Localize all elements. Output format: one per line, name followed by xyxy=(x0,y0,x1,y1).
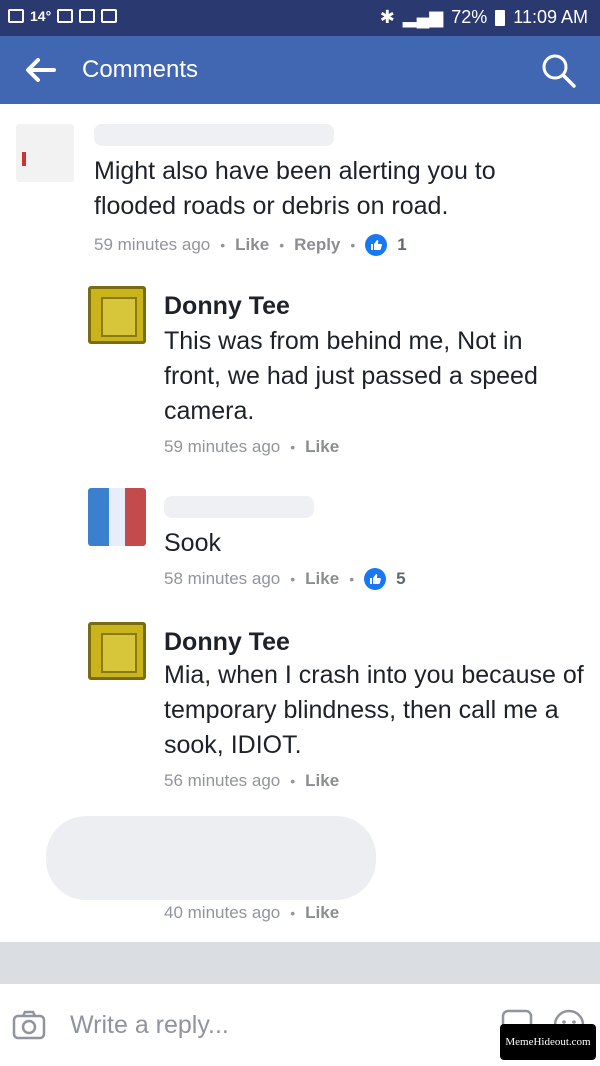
reply-input[interactable]: Write a reply... xyxy=(70,1011,229,1040)
thumbs-up-icon[interactable] xyxy=(364,568,387,590)
like-button[interactable]: Like xyxy=(305,771,339,791)
comment-time: 59 minutes ago xyxy=(94,235,211,254)
divider-band xyxy=(0,942,600,984)
picture-icon xyxy=(79,9,96,23)
gallery-icon xyxy=(8,9,24,23)
comment-author[interactable]: Donny Tee xyxy=(164,626,290,658)
arrow-left-icon[interactable] xyxy=(24,56,56,84)
comment-meta: 59 minutes ago • Like xyxy=(164,437,340,457)
comment-text: Might also have been alerting you to flo… xyxy=(94,157,496,220)
like-button[interactable]: Like xyxy=(305,437,339,457)
page-title: Comments xyxy=(82,56,199,83)
cloud-icon xyxy=(57,9,74,23)
clock-text: 11:09 AM xyxy=(513,7,588,27)
reply-button[interactable]: Reply xyxy=(294,235,340,255)
like-button[interactable]: Like xyxy=(305,569,339,589)
comment-4: Donny Tee Mia, when I crash into you bec… xyxy=(0,620,600,800)
search-icon[interactable] xyxy=(540,52,578,90)
temperature-text: 14° xyxy=(30,8,52,24)
watermark: MemeHideout.com xyxy=(500,1024,596,1060)
battery-icon xyxy=(495,9,506,26)
comment-meta: 56 minutes ago • Like xyxy=(164,771,340,791)
comment-text: Mia, when I crash into you because of te… xyxy=(164,661,584,759)
like-button[interactable]: Like xyxy=(235,235,269,255)
avatar[interactable] xyxy=(88,286,146,344)
comment-meta: 40 minutes ago • Like xyxy=(164,903,340,923)
status-bar: 14° ✱ ▂▄▆ 72% 11:09 AM xyxy=(0,0,600,36)
obscured-author-name xyxy=(94,124,334,146)
signal-icon: ▂▄▆ xyxy=(402,7,444,27)
comment-time: 56 minutes ago xyxy=(164,771,281,790)
comment-1: Might also have been alerting you to flo… xyxy=(0,114,600,264)
obscured-author-name xyxy=(164,496,314,518)
thumbs-up-icon[interactable] xyxy=(365,234,388,256)
mail-icon xyxy=(101,9,118,23)
comment-text: Sook xyxy=(164,529,221,557)
avatar[interactable] xyxy=(16,124,74,182)
comment-5: 40 minutes ago • Like xyxy=(0,812,600,937)
comment-author[interactable]: Donny Tee xyxy=(164,290,290,322)
avatar[interactable] xyxy=(88,622,146,680)
comment-meta: 59 minutes ago • Like • Reply • 1 xyxy=(94,234,407,256)
reaction-count[interactable]: 5 xyxy=(396,569,405,589)
comment-2: Donny Tee This was from behind me, Not i… xyxy=(0,284,600,474)
comment-time: 58 minutes ago xyxy=(164,569,281,588)
bluetooth-icon: ✱ xyxy=(379,7,395,27)
comment-time: 40 minutes ago xyxy=(164,903,281,922)
comment-time: 59 minutes ago xyxy=(164,437,281,456)
comment-meta: 58 minutes ago • Like • 5 xyxy=(164,568,406,590)
system-status: ✱ ▂▄▆ 72% 11:09 AM xyxy=(380,7,588,28)
battery-text: 72% xyxy=(451,7,488,27)
like-button[interactable]: Like xyxy=(305,903,339,923)
camera-icon[interactable] xyxy=(12,1010,46,1040)
app-bar: Comments xyxy=(0,36,600,104)
avatar[interactable] xyxy=(88,488,146,546)
comment-text: This was from behind me, Not in front, w… xyxy=(164,327,538,425)
obscured-comment xyxy=(46,816,376,900)
comment-3: Sook 58 minutes ago • Like • 5 xyxy=(0,486,600,606)
notification-icons: 14° xyxy=(8,8,118,24)
reaction-count[interactable]: 1 xyxy=(397,235,406,255)
